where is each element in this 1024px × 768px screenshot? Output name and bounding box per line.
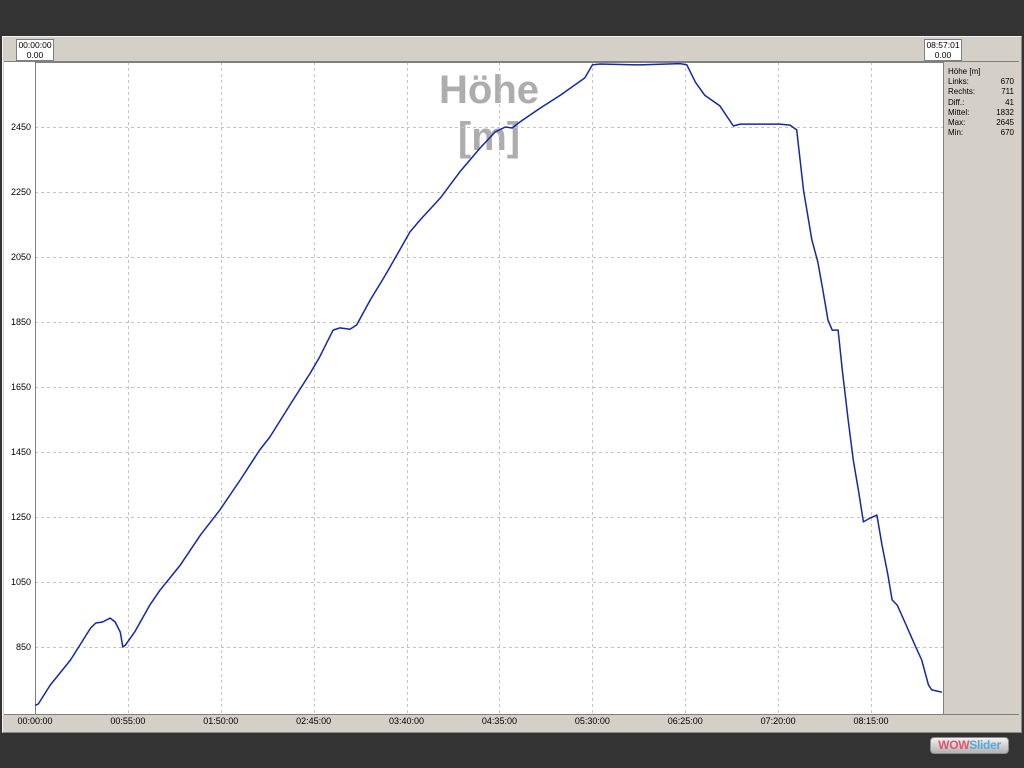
stats-value: 1832	[996, 107, 1014, 117]
range-start-handle[interactable]: 00:00:00 0.00	[16, 39, 54, 61]
stats-row-diff: Diff.: 41	[948, 98, 1014, 108]
range-end-value: 0.00	[934, 50, 952, 60]
y-tick-label: 1450	[10, 447, 31, 458]
stats-row-min: Min: 670	[948, 128, 1014, 138]
x-tick-label: 01:50:00	[203, 716, 239, 726]
elevation-chart[interactable]	[35, 62, 943, 714]
stats-value: 670	[1000, 128, 1014, 138]
y-tick-label: 850	[15, 642, 31, 653]
stats-value: 2645	[996, 117, 1014, 127]
stats-value: 670	[1000, 77, 1014, 87]
y-tick-label: 1250	[10, 512, 31, 523]
x-tick-label: 00:00:00	[17, 716, 53, 726]
y-tick-label: 1050	[10, 577, 31, 588]
stats-value: 711	[1001, 87, 1014, 97]
range-bar[interactable]	[4, 38, 1019, 62]
x-tick-label: 05:30:00	[574, 716, 610, 726]
stats-label: Max:	[948, 117, 966, 127]
range-start-value: 0.00	[26, 50, 44, 60]
stats-label: Diff.:	[948, 97, 965, 107]
stats-value: 41	[1005, 97, 1014, 107]
stats-label: Links:	[948, 77, 969, 87]
x-tick-label: 06:25:00	[667, 716, 703, 726]
page: 00:00:00 0.00 08:57:01 0.00 Höhe [m] Höh…	[0, 0, 1024, 768]
x-tick-label: 07:20:00	[760, 716, 796, 726]
x-tick-label: 02:45:00	[296, 716, 332, 726]
elevation-line	[35, 62, 943, 707]
stats-row-links: Links: 670	[948, 77, 1014, 87]
y-tick-label: 1850	[10, 317, 31, 328]
range-start-time: 00:00:00	[18, 40, 52, 50]
wowslider-logo[interactable]: WOWSlider	[930, 737, 1009, 754]
x-tick-label: 03:40:00	[389, 716, 425, 726]
y-tick-label: 2250	[10, 187, 31, 197]
stats-label: Mittel:	[948, 107, 970, 117]
y-tick-label: 1650	[10, 382, 31, 393]
y-tick-label: 2050	[10, 252, 31, 262]
x-tick-label: 04:35:00	[481, 716, 517, 726]
stats-label: Rechts:	[948, 87, 976, 97]
stats-row-rechts: Rechts: 711	[948, 87, 1014, 97]
x-tick-label: 08:15:00	[853, 716, 889, 726]
stats-label: Min:	[948, 128, 964, 138]
logo-text-wow: WOW	[938, 738, 970, 752]
range-end-handle[interactable]: 08:57:01 0.00	[924, 39, 962, 61]
logo-text-slider: Slider	[969, 738, 1001, 752]
range-end-time: 08:57:01	[926, 40, 960, 50]
stats-row-mittel: Mittel: 1832	[948, 108, 1014, 118]
stats-header: Höhe [m]	[948, 67, 981, 76]
x-tick-label: 00:55:00	[110, 716, 146, 726]
y-tick-label: 2450	[10, 122, 31, 132]
stats-row-max: Max: 2645	[948, 118, 1014, 128]
stats-panel: Höhe [m] Links: 670 Rechts: 711 Diff.: 4…	[943, 62, 1019, 714]
